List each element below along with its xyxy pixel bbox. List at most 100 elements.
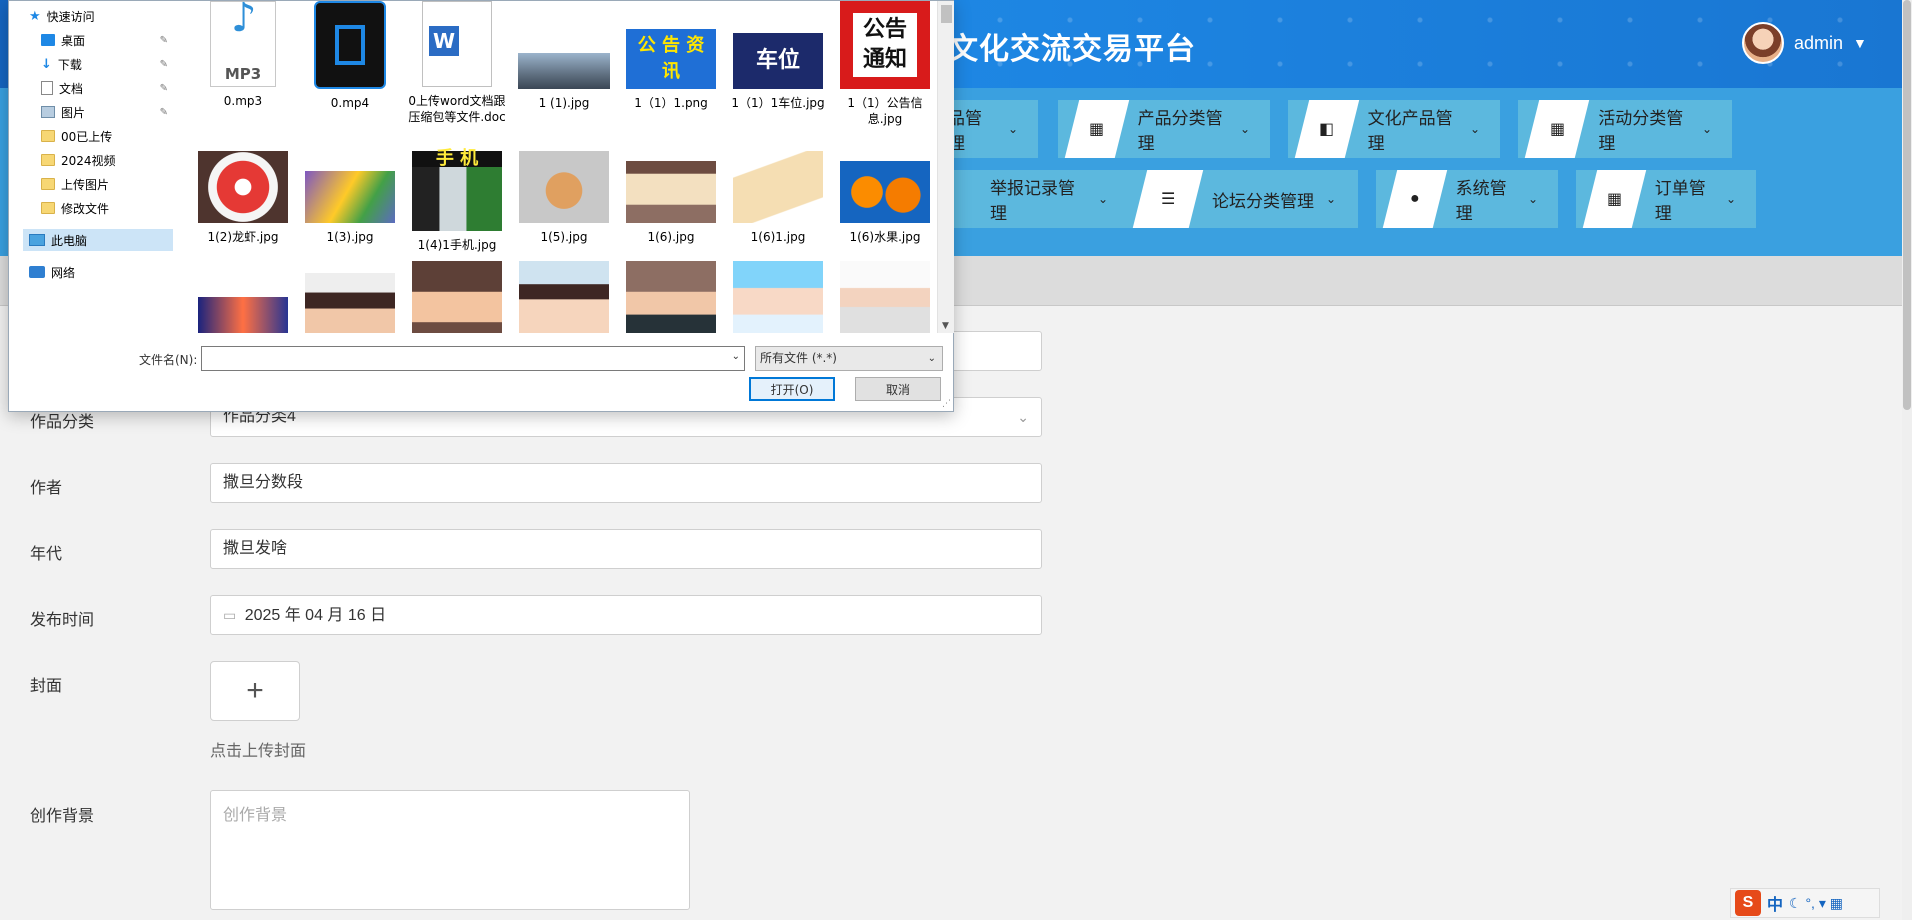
network-icon [29, 266, 45, 278]
folder-icon [41, 130, 55, 142]
file-item[interactable]: 手 机 1(4)1手机.jpg [405, 150, 509, 253]
author-value: 撒旦分数段 [223, 474, 304, 491]
wallet-icon: ◧ [1319, 121, 1335, 138]
nav-item-label[interactable]: 文化产品管理 [1368, 104, 1458, 154]
file-item[interactable]: 0.mp4 [298, 1, 402, 111]
nav-item-label[interactable]: 举报记录管理 [990, 174, 1086, 224]
nav-item-activity-category[interactable]: ▦ 活动分类管理 ⌄ [1518, 100, 1732, 158]
resize-grip-icon[interactable]: ⋰ [942, 399, 951, 409]
tree-quick-access[interactable]: ★ 快速访问 [29, 5, 174, 27]
file-item[interactable]: W 0上传word文档跟压缩包等文件.doc [405, 1, 509, 125]
sogou-s-icon[interactable]: S [1735, 890, 1761, 916]
tree-desktop[interactable]: 桌面 ✎ [41, 29, 174, 51]
nav-item-label[interactable]: 订单管理 [1655, 174, 1714, 224]
nav-item-culture-product[interactable]: ◧ 文化产品管理 ⌄ [1288, 100, 1500, 158]
scrollbar-thumb[interactable] [941, 5, 952, 23]
era-label: 年代 [30, 546, 63, 563]
username[interactable]: admin [1794, 33, 1843, 54]
tree-folder-upload-images[interactable]: 上传图片 [41, 173, 174, 195]
tree-this-pc[interactable]: 此电脑 [23, 229, 173, 251]
background-textarea[interactable]: 创作背景 [210, 790, 690, 910]
scroll-down-icon[interactable]: ▼ [942, 321, 949, 331]
file-name: 1(5).jpg [540, 230, 588, 244]
file-name: 1(6)水果.jpg [849, 230, 921, 244]
ime-chinese-toggle[interactable]: 中 [1767, 891, 1783, 915]
portrait-image-thumbnail[interactable] [840, 261, 930, 333]
portrait-image-thumbnail[interactable] [733, 261, 823, 333]
file-item[interactable]: 1(2)龙虾.jpg [191, 151, 295, 245]
file-item[interactable]: 车位 1（1）1车位.jpg [726, 1, 830, 111]
file-grid-scrollbar[interactable]: ▼ [937, 1, 954, 333]
nav-item-order[interactable]: ▦ 订单管理 ⌄ [1576, 170, 1756, 228]
file-item[interactable]: 1(6).jpg [619, 151, 723, 245]
background-placeholder: 创作背景 [223, 807, 288, 824]
user-menu[interactable]: admin ▼ [1742, 20, 1867, 66]
portrait-image-thumbnail[interactable] [519, 261, 609, 333]
file-item[interactable]: ♪ MP3 0.mp3 [191, 1, 295, 109]
file-item[interactable]: 1(6)1.jpg [726, 151, 830, 245]
open-button[interactable]: 打开(O) [749, 377, 835, 401]
ime-tray-icons[interactable]: ☾ °, ▾ ▦ [1789, 895, 1843, 912]
computer-icon [29, 234, 45, 246]
pin-icon: ✎ [159, 106, 168, 118]
tree-folder-modify-files[interactable]: 修改文件 [41, 197, 174, 219]
nav-item-product[interactable]: 品管理 ⌄ [948, 100, 1038, 158]
anime-image-thumbnail [305, 171, 395, 223]
file-item[interactable]: 1(5).jpg [512, 151, 616, 245]
caret-down-icon[interactable]: ▼ [1853, 35, 1867, 51]
tree-downloads[interactable]: ↓ 下载 ✎ [41, 53, 174, 75]
document-icon [41, 81, 53, 95]
grid-icon: ▦ [1089, 121, 1105, 138]
nav-item-label[interactable]: 活动分类管理 [1598, 104, 1690, 154]
publish-date-value: 2025 年 04 月 16 日 [244, 607, 387, 624]
author-field[interactable]: 撒旦分数段 [210, 463, 1042, 503]
tree-folder-2024-video[interactable]: 2024视频 [41, 149, 174, 171]
scrollbar-thumb[interactable] [1903, 0, 1911, 410]
page-scrollbar[interactable] [1902, 0, 1912, 920]
publish-date-field[interactable]: ▭ 2025 年 04 月 16 日 [210, 595, 1042, 635]
tree-pictures[interactable]: 图片 ✎ [41, 101, 174, 123]
file-name: 1 (1).jpg [538, 96, 590, 110]
dog-image-thumbnail [519, 151, 609, 223]
mp3-badge: MP3 [224, 65, 262, 83]
file-item[interactable]: 1 (1).jpg [512, 1, 616, 111]
nav-item-label[interactable]: 论坛分类管理 [1212, 187, 1314, 212]
cover-upload-button[interactable]: + [210, 661, 300, 721]
calendar-icon: ▭ [223, 607, 237, 623]
ime-toolbar[interactable]: S 中 ☾ °, ▾ ▦ [1730, 888, 1880, 918]
nav-item-label[interactable]: 产品分类管理 [1138, 104, 1228, 154]
file-item[interactable]: 1(3).jpg [298, 151, 402, 245]
tree-network[interactable]: 网络 [29, 261, 174, 283]
nav-item-system[interactable]: ● 系统管理 ⌄ [1376, 170, 1558, 228]
goku-image-thumbnail[interactable] [198, 297, 288, 333]
avatar[interactable] [1742, 22, 1784, 64]
star-icon: ★ [29, 8, 41, 24]
nav-item-report-record[interactable]: 举报记录管理 ⌄ [948, 170, 1128, 228]
nav-item-label[interactable]: 品管理 [948, 104, 996, 154]
notice-image-thumbnail: 公 告 资 讯 [626, 29, 716, 89]
word-file-icon: W [422, 1, 492, 87]
file-name: 1（1）1车位.jpg [731, 96, 825, 110]
cancel-button[interactable]: 取消 [855, 377, 941, 401]
tree-folder-uploaded[interactable]: 00已上传 [41, 125, 174, 147]
open-book-image-thumbnail [733, 151, 823, 223]
nav-item-forum-category[interactable]: ☰ 论坛分类管理 ⌄ [1126, 170, 1358, 228]
file-item[interactable]: 公 告 资 讯 1（1）1.png [619, 1, 723, 111]
filetype-value: 所有文件 (*.*) [760, 351, 837, 365]
portrait-image-thumbnail[interactable] [412, 261, 502, 333]
filename-input[interactable]: ⌄ [201, 346, 745, 371]
tree-documents[interactable]: 文档 ✎ [41, 77, 174, 99]
file-item[interactable]: 公告通知 1（1）公告信息.jpg [833, 1, 936, 127]
chevron-down-icon[interactable]: ⌄ [732, 351, 740, 362]
parking-image-thumbnail: 车位 [733, 33, 823, 89]
era-field[interactable]: 撒旦发啥 [210, 529, 1042, 569]
publish-time-label: 发布时间 [30, 612, 95, 629]
filename-label: 文件名(N): [139, 353, 198, 367]
file-item[interactable]: 1(6)水果.jpg [833, 151, 936, 245]
nav-item-product-category[interactable]: ▦ 产品分类管理 ⌄ [1058, 100, 1270, 158]
portrait-image-thumbnail[interactable] [626, 261, 716, 333]
file-name: 1（1）1.png [634, 96, 708, 110]
nav-item-label[interactable]: 系统管理 [1456, 174, 1516, 224]
portrait-image-thumbnail[interactable] [305, 273, 395, 333]
filetype-select[interactable]: 所有文件 (*.*) ⌄ [755, 346, 943, 371]
